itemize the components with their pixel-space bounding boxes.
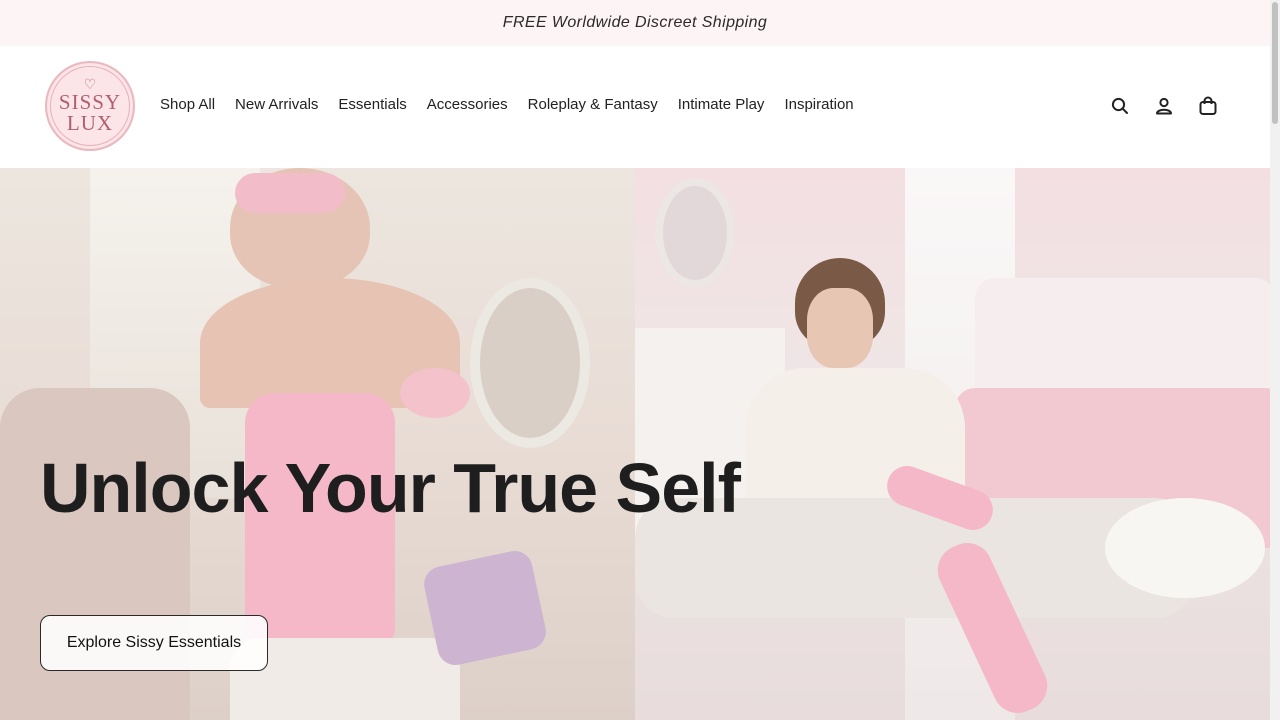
main-nav: Shop All New Arrivals Essentials Accesso… bbox=[160, 96, 854, 113]
nav-item-new-arrivals[interactable]: New Arrivals bbox=[235, 96, 318, 113]
logo-heart-icon: ♡ bbox=[83, 76, 97, 92]
header-icons bbox=[1110, 96, 1218, 116]
hero-banner: Unlock Your True Self Explore Sissy Esse… bbox=[0, 168, 1270, 720]
nav-item-roleplay-fantasy[interactable]: Roleplay & Fantasy bbox=[528, 96, 658, 113]
search-icon[interactable] bbox=[1110, 96, 1130, 116]
logo-text-line2: LUX bbox=[66, 111, 114, 135]
logo-text-line1: SISSY bbox=[58, 90, 122, 114]
hero-title: Unlock Your True Self bbox=[40, 449, 741, 527]
explore-essentials-button[interactable]: Explore Sissy Essentials bbox=[40, 615, 268, 671]
hero-image-right bbox=[635, 168, 1270, 720]
scrollbar-thumb[interactable] bbox=[1272, 2, 1278, 124]
cart-icon[interactable] bbox=[1198, 96, 1218, 116]
nav-item-shop-all[interactable]: Shop All bbox=[160, 96, 215, 113]
announcement-bar: FREE Worldwide Discreet Shipping bbox=[0, 0, 1270, 46]
nav-item-inspiration[interactable]: Inspiration bbox=[784, 96, 853, 113]
announcement-text: FREE Worldwide Discreet Shipping bbox=[502, 14, 768, 31]
nav-item-essentials[interactable]: Essentials bbox=[338, 96, 406, 113]
account-icon[interactable] bbox=[1154, 96, 1174, 116]
site-header: ♡ SISSY LUX Shop All New Arrivals Essent… bbox=[0, 46, 1270, 168]
nav-item-intimate-play[interactable]: Intimate Play bbox=[678, 96, 765, 113]
brand-logo[interactable]: ♡ SISSY LUX bbox=[45, 61, 135, 151]
nav-item-accessories[interactable]: Accessories bbox=[427, 96, 508, 113]
page-scrollbar[interactable] bbox=[1270, 0, 1280, 720]
